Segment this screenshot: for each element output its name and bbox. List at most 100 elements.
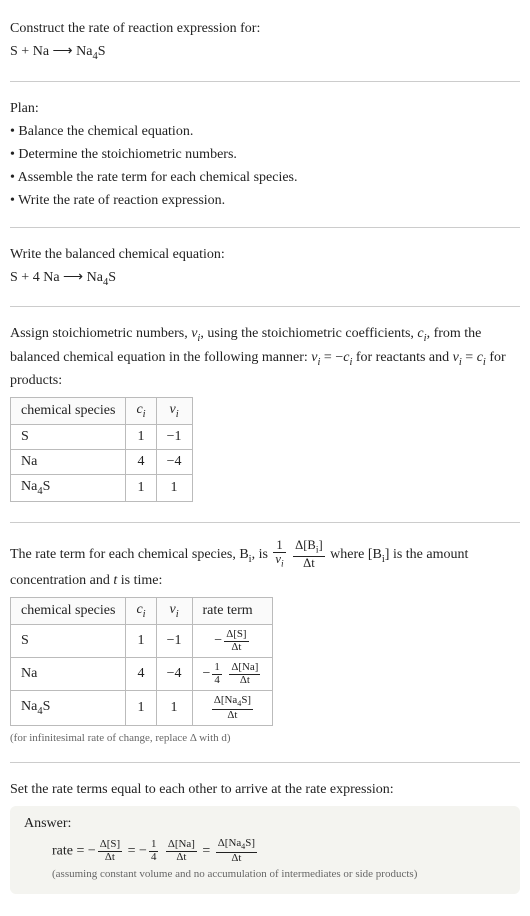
cell-nu: 1 xyxy=(156,474,192,501)
subscript: i xyxy=(176,609,179,620)
frac-bot: 4 xyxy=(149,852,158,863)
text: Na xyxy=(21,699,37,714)
fraction: 1 νi xyxy=(273,539,285,571)
cell-c: 1 xyxy=(126,474,156,501)
set-equal-section: Set the rate terms equal to each other t… xyxy=(10,769,520,908)
divider xyxy=(10,227,520,228)
stoich-table: chemical species ci νi S 1 −1 Na 4 −4 Na… xyxy=(10,397,193,502)
eq-species: S xyxy=(98,44,106,59)
fraction: Δ[S]Δt xyxy=(224,629,248,653)
divider xyxy=(10,81,520,82)
table-row: S 1 −1 xyxy=(11,424,193,449)
eq-species: S xyxy=(10,44,18,59)
equals: = xyxy=(202,844,213,859)
cell-species: Na xyxy=(11,449,126,474)
sign: − xyxy=(88,844,96,859)
table-row: Na 4 −4 xyxy=(11,449,193,474)
answer-title: Answer: xyxy=(24,816,506,832)
subscript: i xyxy=(143,409,146,420)
table-row: S 1 −1 −Δ[S]Δt xyxy=(11,625,273,658)
subscript: i xyxy=(176,409,179,420)
rateterm-section: The rate term for each chemical species,… xyxy=(10,529,520,756)
infinitesimal-note: (for infinitesimal rate of change, repla… xyxy=(10,732,520,744)
frac-top: Δ[S] xyxy=(224,629,248,641)
plan-title: Plan: xyxy=(10,98,520,119)
frac-bot: Δt xyxy=(229,675,260,686)
fraction: 14 xyxy=(149,839,158,863)
divider xyxy=(10,306,520,307)
frac-top: 1 xyxy=(149,839,158,851)
frac-top: Δ[Na] xyxy=(166,839,197,851)
subscript: i xyxy=(143,609,146,620)
text: S] xyxy=(245,837,255,849)
sign: − xyxy=(139,844,147,859)
col-species: chemical species xyxy=(11,598,126,625)
frac-bot: Δt xyxy=(166,852,197,863)
rateterm-text: The rate term for each chemical species,… xyxy=(10,539,520,592)
eq-species: Na xyxy=(43,270,59,285)
col-nu: νi xyxy=(156,398,192,425)
divider xyxy=(10,762,520,763)
cell-species: Na xyxy=(11,658,126,691)
frac-top: Δ[Na4S] xyxy=(216,838,257,853)
eq-species: Na xyxy=(87,270,103,285)
fraction: 14 xyxy=(212,662,221,686)
text: for reactants and xyxy=(352,350,452,365)
answer-box: Answer: rate = −Δ[S]Δt = −14 Δ[Na]Δt = Δ… xyxy=(10,806,520,894)
cell-rateterm: Δ[Na4S]Δt xyxy=(192,691,273,726)
rate-table: chemical species ci νi rate term S 1 −1 … xyxy=(10,597,273,726)
cell-nu: −1 xyxy=(156,625,192,658)
col-nu: νi xyxy=(156,598,192,625)
frac-top: 1 xyxy=(212,662,221,674)
frac-bot: νi xyxy=(273,553,285,570)
cell-c: 1 xyxy=(126,691,156,726)
eq-species: S xyxy=(108,270,116,285)
frac-bot: Δt xyxy=(293,557,325,570)
cell-nu: 1 xyxy=(156,691,192,726)
fraction: Δ[Bi] Δt xyxy=(293,539,325,571)
cell-nu: −4 xyxy=(156,658,192,691)
text: The rate term for each chemical species,… xyxy=(10,547,249,562)
cell-species: S xyxy=(11,625,126,658)
rate-label: rate = xyxy=(52,844,88,859)
frac-top: 1 xyxy=(273,539,285,553)
problem-title: Construct the rate of reaction expressio… xyxy=(10,18,520,39)
frac-top: Δ[Na4S] xyxy=(212,695,253,710)
eq-plus: + xyxy=(18,270,33,285)
col-rateterm: rate term xyxy=(192,598,273,625)
text: ] xyxy=(318,538,322,552)
table-row: Na4S 1 1 xyxy=(11,474,193,501)
table-row: Na 4 −4 −14 Δ[Na]Δt xyxy=(11,658,273,691)
frac-bot: 4 xyxy=(212,675,221,686)
arrow-icon: ⟶ xyxy=(49,44,76,59)
cell-c: 4 xyxy=(126,658,156,691)
text: S xyxy=(43,479,51,494)
eq-coef: 4 xyxy=(33,270,44,285)
frac-bot: Δt xyxy=(212,710,253,721)
eq-species: S xyxy=(10,270,18,285)
set-equal-text: Set the rate terms equal to each other t… xyxy=(10,779,520,800)
plan-item: • Write the rate of reaction expression. xyxy=(10,190,520,211)
subscript: i xyxy=(281,560,284,570)
eq-species: Na xyxy=(76,44,92,59)
text: Δ[B xyxy=(295,538,316,552)
cell-c: 1 xyxy=(126,424,156,449)
equals: = xyxy=(128,844,139,859)
plan-item: • Determine the stoichiometric numbers. xyxy=(10,144,520,165)
text: S xyxy=(43,699,51,714)
fraction: Δ[Na4S]Δt xyxy=(212,695,253,721)
text: where [B xyxy=(330,547,382,562)
table-header-row: chemical species ci νi rate term xyxy=(11,598,273,625)
text: Δ[Na xyxy=(218,837,241,849)
frac-top: Δ[S] xyxy=(98,839,122,851)
balanced-equation: S + 4 Na ⟶ Na4S xyxy=(10,267,520,291)
text: = xyxy=(462,350,477,365)
unbalanced-equation: S + Na ⟶ Na4S xyxy=(10,41,520,65)
text: , using the stoichiometric coefficients, xyxy=(200,326,417,341)
eq-species: Na xyxy=(33,44,49,59)
frac-bot: Δt xyxy=(224,642,248,653)
plan-item: • Balance the chemical equation. xyxy=(10,121,520,142)
fraction: Δ[Na]Δt xyxy=(166,839,197,863)
cell-species: S xyxy=(11,424,126,449)
divider xyxy=(10,522,520,523)
